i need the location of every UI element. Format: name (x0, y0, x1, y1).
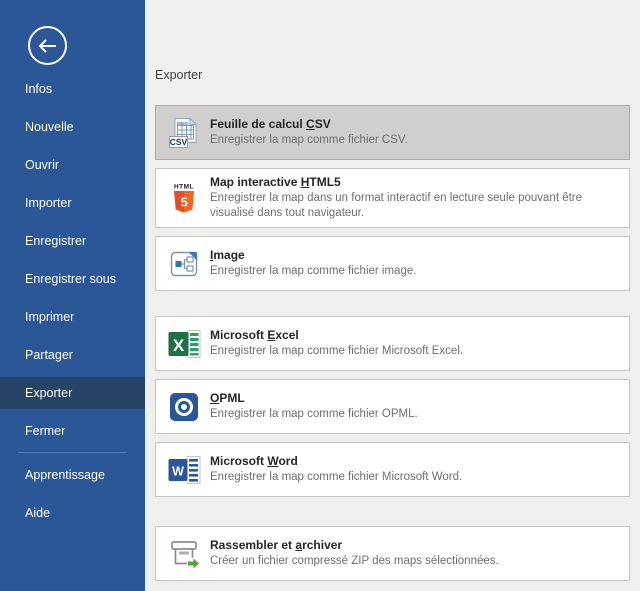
svg-text:W: W (172, 464, 184, 478)
export-option-title: Rassembler et archiver (210, 538, 619, 552)
sidebar-item-imprimer[interactable]: Imprimer (0, 298, 145, 336)
sidebar-item-partager[interactable]: Partager (0, 336, 145, 374)
sidebar-item-apprentissage[interactable]: Apprentissage (0, 456, 145, 494)
sidebar-item-fermer[interactable]: Fermer (0, 412, 145, 450)
export-option-text: Rassembler et archiver Créer un fichier … (210, 538, 619, 569)
opml-target-icon (167, 392, 201, 422)
export-option-title: OPML (210, 391, 619, 405)
export-option-excel[interactable]: X Microsoft Excel Enregistrer la map com… (155, 316, 630, 371)
back-button[interactable] (28, 26, 67, 65)
sidebar-item-aide[interactable]: Aide (0, 494, 145, 532)
export-option-description: Enregistrer la map comme fichier Microso… (210, 470, 619, 485)
csv-spreadsheet-icon: CSV (167, 117, 201, 149)
sidebar-item-importer[interactable]: Importer (0, 184, 145, 222)
svg-text:CSV: CSV (169, 137, 187, 147)
group-gap (155, 505, 630, 526)
sidebar-item-infos[interactable]: Infos (0, 70, 145, 108)
export-option-description: Enregistrer la map comme fichier CSV. (210, 133, 619, 148)
export-option-title: Feuille de calcul CSV (210, 117, 619, 131)
export-options-list: CSV Feuille de calcul CSV Enregistrer la… (155, 105, 630, 589)
export-option-image[interactable]: Image Enregistrer la map comme fichier i… (155, 236, 630, 291)
export-option-html5[interactable]: HTML 5 Map interactive HTML5 Enregistrer… (155, 168, 630, 228)
backstage-view: Infos Nouvelle Ouvrir Importer Enregistr… (0, 0, 640, 591)
export-option-csv[interactable]: CSV Feuille de calcul CSV Enregistrer la… (155, 105, 630, 160)
export-option-text: Feuille de calcul CSV Enregistrer la map… (210, 117, 619, 148)
export-option-description: Enregistrer la map dans un format intera… (210, 191, 619, 221)
export-option-text: OPML Enregistrer la map comme fichier OP… (210, 391, 619, 422)
export-option-text: Microsoft Word Enregistrer la map comme … (210, 454, 619, 485)
svg-text:HTML: HTML (174, 184, 194, 191)
export-option-description: Enregistrer la map comme fichier image. (210, 264, 619, 279)
back-arrow-icon (38, 39, 58, 53)
export-option-description: Enregistrer la map comme fichier OPML. (210, 407, 619, 422)
export-option-title: Microsoft Word (210, 454, 619, 468)
svg-text:X: X (172, 336, 184, 355)
group-gap (155, 299, 630, 316)
export-option-text: Microsoft Excel Enregistrer la map comme… (210, 328, 619, 359)
sidebar-item-enregistrer[interactable]: Enregistrer (0, 222, 145, 260)
export-option-archive[interactable]: Rassembler et archiver Créer un fichier … (155, 526, 630, 581)
svg-text:5: 5 (181, 195, 188, 210)
export-option-opml[interactable]: OPML Enregistrer la map comme fichier OP… (155, 379, 630, 434)
export-option-word[interactable]: W Microsoft Word Enregistrer la map comm… (155, 442, 630, 497)
image-export-icon (167, 248, 201, 280)
word-icon: W (167, 454, 201, 486)
sidebar-item-nouvelle[interactable]: Nouvelle (0, 108, 145, 146)
export-option-title: Microsoft Excel (210, 328, 619, 342)
sidebar-item-exporter[interactable]: Exporter (0, 377, 145, 409)
export-option-description: Enregistrer la map comme fichier Microso… (210, 344, 619, 359)
html5-icon: HTML 5 (167, 182, 201, 214)
export-option-text: Map interactive HTML5 Enregistrer la map… (210, 175, 619, 221)
sidebar-menu: Infos Nouvelle Ouvrir Importer Enregistr… (0, 70, 145, 532)
export-option-text: Image Enregistrer la map comme fichier i… (210, 248, 619, 279)
excel-icon: X (167, 328, 201, 360)
export-option-title: Map interactive HTML5 (210, 175, 619, 189)
export-option-title: Image (210, 248, 619, 262)
sidebar-item-ouvrir[interactable]: Ouvrir (0, 146, 145, 184)
export-panel: Exporter CSV Feuille de calcul CSV (145, 0, 640, 591)
archive-box-icon (167, 538, 201, 570)
export-option-description: Créer un fichier compressé ZIP des maps … (210, 554, 619, 569)
sidebar-item-enregistrer-sous[interactable]: Enregistrer sous (0, 260, 145, 298)
page-title: Exporter (155, 68, 202, 82)
sidebar-separator (18, 452, 127, 453)
backstage-sidebar: Infos Nouvelle Ouvrir Importer Enregistr… (0, 0, 145, 591)
